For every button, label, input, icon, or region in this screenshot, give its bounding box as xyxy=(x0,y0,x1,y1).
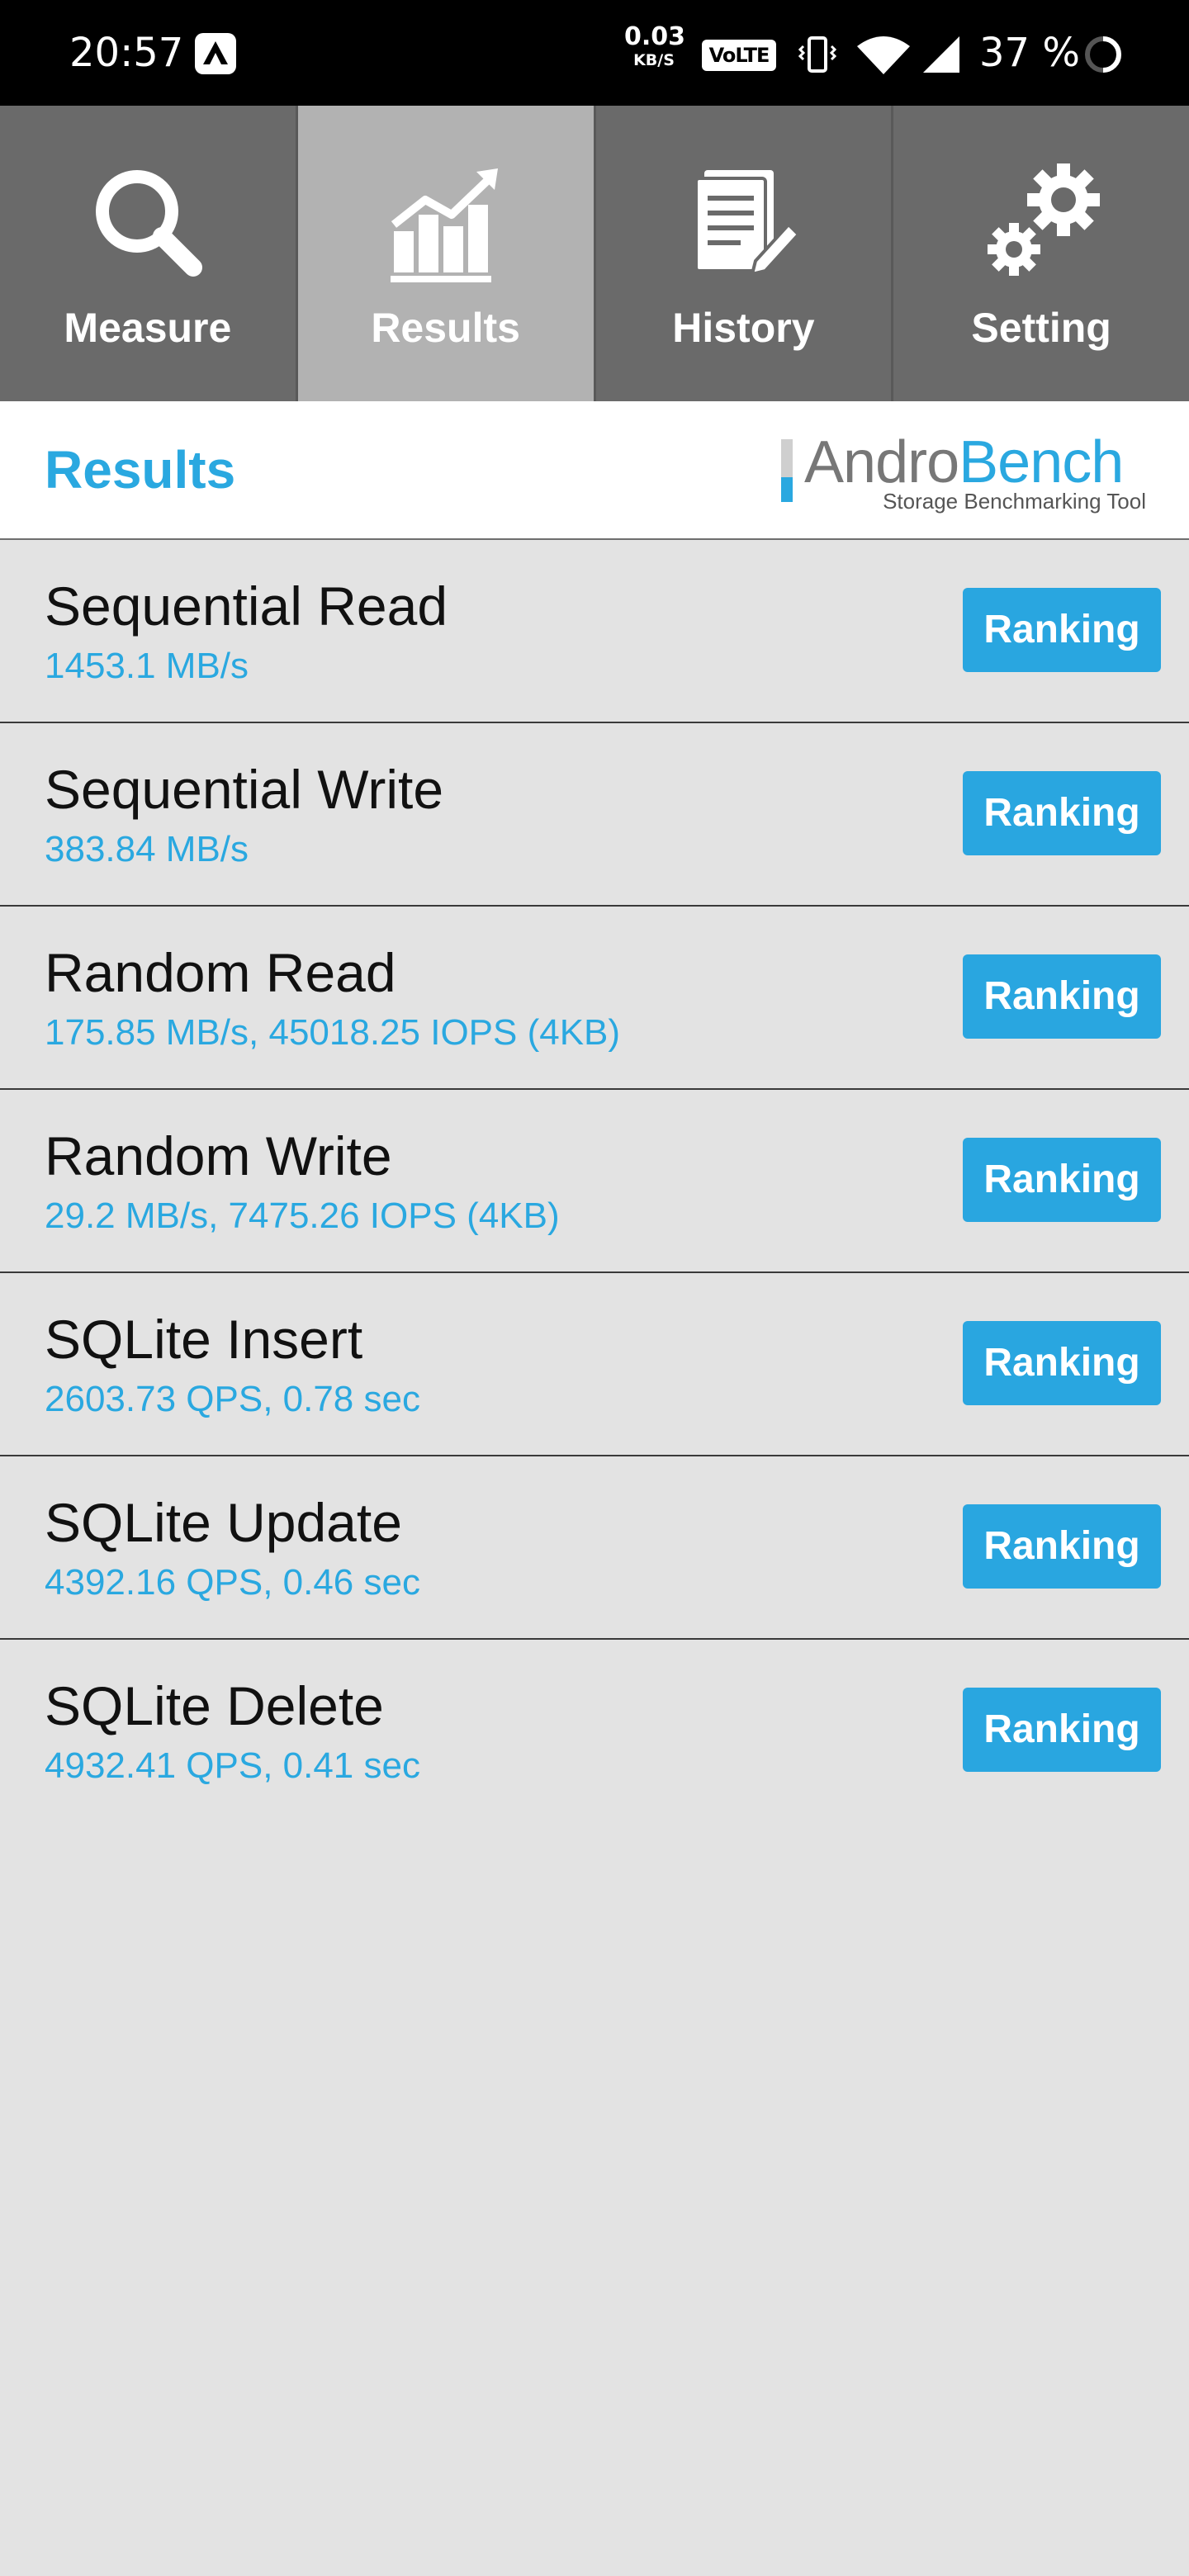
notification-app-icon xyxy=(195,33,236,74)
network-speed-value: 0.03 xyxy=(624,22,686,51)
result-title: Sequential Write xyxy=(45,759,444,820)
result-title: Random Read xyxy=(45,942,396,1003)
page-title: Results xyxy=(45,440,236,500)
logo-wordmark: AndroBench xyxy=(804,429,1124,495)
androbench-logo: AndroBench Storage Benchmarking Tool xyxy=(781,429,1153,514)
tab-results[interactable]: Results xyxy=(297,106,596,401)
ranking-button[interactable]: Ranking xyxy=(963,588,1161,672)
tab-measure[interactable]: Measure xyxy=(0,106,298,401)
status-time: 20:57 xyxy=(69,30,184,76)
results-list: Sequential Read 1453.1 MB/s Ranking Sequ… xyxy=(0,540,1189,1823)
status-bar: 20:57 0.03 KB/S VoLTE 37 % xyxy=(0,0,1189,106)
result-value: 4392.16 QPS, 0.46 sec xyxy=(45,1562,420,1603)
result-row-sqlite-insert: SQLite Insert 2603.73 QPS, 0.78 sec Rank… xyxy=(0,1273,1189,1456)
magnifier-icon xyxy=(95,170,202,277)
logo-bar-blue xyxy=(781,477,793,502)
battery-percent: 37 % xyxy=(979,30,1080,76)
logo-bench: Bench xyxy=(959,429,1124,495)
tab-results-label: Results xyxy=(371,305,520,351)
result-value: 1453.1 MB/s xyxy=(45,646,249,686)
gears-icon xyxy=(988,163,1101,276)
result-title: Random Write xyxy=(45,1125,392,1186)
chart-icon xyxy=(390,168,498,282)
vibrate-icon xyxy=(798,36,837,73)
logo-andro: Andro xyxy=(804,429,959,495)
result-value: 383.84 MB/s xyxy=(45,829,249,869)
logo-tagline: Storage Benchmarking Tool xyxy=(883,489,1146,514)
result-row-random-read: Random Read 175.85 MB/s, 45018.25 IOPS (… xyxy=(0,907,1189,1090)
result-value: 29.2 MB/s, 7475.26 IOPS (4KB) xyxy=(45,1196,560,1236)
result-row-sequential-write: Sequential Write 383.84 MB/s Ranking xyxy=(0,723,1189,907)
result-row-sqlite-delete: SQLite Delete 4932.41 QPS, 0.41 sec Rank… xyxy=(0,1640,1189,1823)
result-title: SQLite Delete xyxy=(45,1675,384,1736)
ranking-button[interactable]: Ranking xyxy=(963,1138,1161,1222)
ranking-button[interactable]: Ranking xyxy=(963,771,1161,855)
tab-setting-label: Setting xyxy=(971,305,1111,351)
tab-measure-label: Measure xyxy=(64,305,232,351)
tab-bar: Measure Results History Setting xyxy=(0,106,1189,401)
result-row-sequential-read: Sequential Read 1453.1 MB/s Ranking xyxy=(0,540,1189,723)
tab-history[interactable]: History xyxy=(595,106,894,401)
results-header: Results AndroBench Storage Benchmarking … xyxy=(0,401,1189,540)
signal-icon xyxy=(923,36,959,73)
result-row-sqlite-update: SQLite Update 4392.16 QPS, 0.46 sec Rank… xyxy=(0,1456,1189,1640)
document-icon xyxy=(694,170,802,277)
ranking-button[interactable]: Ranking xyxy=(963,1504,1161,1589)
result-row-random-write: Random Write 29.2 MB/s, 7475.26 IOPS (4K… xyxy=(0,1090,1189,1273)
volte-badge: VoLTE xyxy=(702,40,776,71)
network-speed: 0.03 KB/S xyxy=(624,22,686,69)
wifi-icon xyxy=(857,36,910,74)
tab-setting[interactable]: Setting xyxy=(893,106,1189,401)
ranking-button[interactable]: Ranking xyxy=(963,954,1161,1039)
result-value: 175.85 MB/s, 45018.25 IOPS (4KB) xyxy=(45,1012,621,1053)
battery-ring-icon xyxy=(1085,36,1121,73)
ranking-button[interactable]: Ranking xyxy=(963,1321,1161,1405)
result-value: 4932.41 QPS, 0.41 sec xyxy=(45,1745,420,1786)
network-speed-unit: KB/S xyxy=(633,51,675,69)
ranking-button[interactable]: Ranking xyxy=(963,1688,1161,1772)
tab-history-label: History xyxy=(672,305,815,351)
result-value: 2603.73 QPS, 0.78 sec xyxy=(45,1379,420,1419)
result-title: Sequential Read xyxy=(45,575,448,637)
result-title: SQLite Insert xyxy=(45,1309,363,1370)
result-title: SQLite Update xyxy=(45,1492,402,1553)
